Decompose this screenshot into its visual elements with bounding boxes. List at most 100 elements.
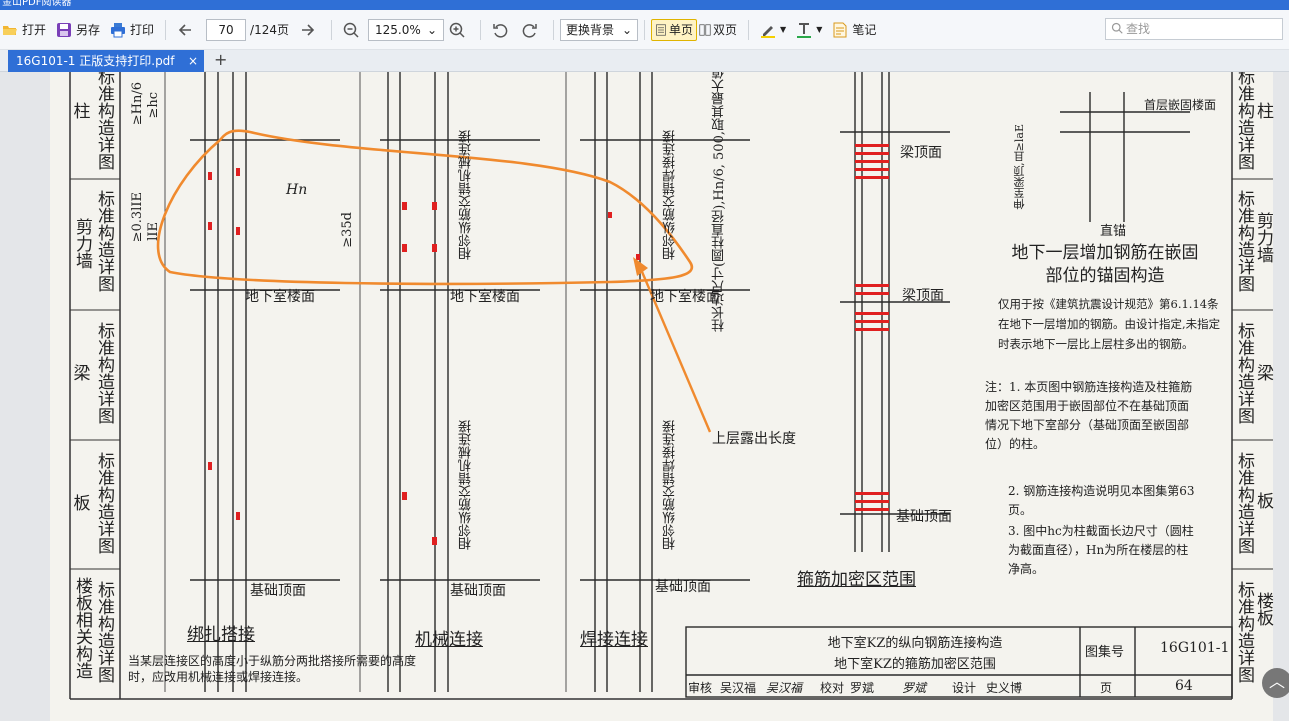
window-titlebar: 金山PDF阅读器: [0, 0, 1289, 10]
column-dimension-label: 柱长边尺寸(圆柱直径),Hn/6, 500,取其最大值: [712, 72, 727, 332]
note-1: 注：1. 本页图中钢筋连接构造及柱箍筋加密区范围用于嵌固部位不在基础顶面情况下地…: [985, 380, 1193, 451]
toolbar-divider: [644, 19, 645, 40]
anchor-title: 地下一层增加钢筋在嵌固部位的锚固构造: [1011, 243, 1199, 286]
atlas-number: 16G101-1: [1160, 640, 1230, 656]
single-page-label: 单页: [669, 23, 694, 37]
prev-page-button[interactable]: [172, 16, 202, 44]
toolbar-divider: [480, 19, 481, 40]
toolbar-divider: [748, 19, 750, 40]
zoom-out-button[interactable]: [338, 16, 368, 44]
checker-signature: 罗斌: [902, 681, 927, 695]
zoom-in-button[interactable]: [444, 16, 474, 44]
page-label: 页: [1100, 681, 1113, 695]
weld-stagger-label: 相邻纵筋交错焊接连接: [663, 130, 678, 260]
close-icon[interactable]: ×: [188, 50, 198, 72]
single-page-button[interactable]: 单页: [651, 18, 698, 41]
open-button[interactable]: 打开: [0, 16, 51, 44]
highlighter-icon: [761, 25, 776, 38]
dim-label: lIE: [146, 222, 161, 241]
welding-title: 焊接连接: [580, 630, 648, 650]
note-2: 2. 钢筋连接构造说明见本图集第63页。: [1008, 484, 1195, 517]
zoom-value: 125.0%: [375, 22, 421, 37]
rotate-right-button[interactable]: [517, 16, 547, 44]
foundation-top-label: 基础顶面: [450, 583, 506, 599]
double-page-icon: [699, 23, 711, 36]
pdf-page: 柱 标准构造详图 剪力墙 标准构造详图 梁 标准构造详图 板 标准构造详图 楼板…: [50, 72, 1273, 721]
open-label: 打开: [22, 23, 47, 37]
annotation-label: 上层露出长度: [712, 431, 796, 447]
note-icon: [833, 22, 847, 37]
double-page-button[interactable]: 双页: [697, 16, 742, 44]
designer-name: 史义博: [986, 681, 1023, 695]
chevron-up-icon: ︿: [1268, 672, 1285, 691]
save-as-label: 另存: [76, 23, 101, 37]
check-label: 校对: [820, 681, 845, 695]
document-tab[interactable]: 16G101-1 正版支持打印.pdf ×: [8, 50, 204, 72]
scroll-up-button[interactable]: ︿: [1262, 668, 1289, 698]
straight-anchor-label: 直锚: [1100, 224, 1127, 239]
notes-button[interactable]: 笔记: [827, 16, 881, 44]
dim-label: ≥0.3lIE: [130, 192, 145, 243]
chevron-down-icon: ⌄: [426, 22, 437, 37]
title-line-2: 地下室KZ的箍筋加密区范围: [834, 657, 996, 672]
printer-icon: [111, 22, 126, 37]
print-button[interactable]: 打印: [105, 16, 159, 44]
title-line-1: 地下室KZ的纵向钢筋连接构造: [827, 636, 1003, 651]
background-label: 更换背景: [566, 22, 615, 37]
dense-zone-title: 箍筋加密区范围: [797, 570, 916, 590]
text-tool-button[interactable]: ▼: [791, 16, 827, 44]
double-page-label: 双页: [713, 23, 738, 37]
basement-floor-label: 地下室楼面: [245, 289, 315, 305]
search-icon: [1111, 22, 1123, 34]
dim-label: ≥35d: [340, 212, 355, 248]
main-toolbar: 打开 另存 打印 70 /124页 125.0% ⌄ 更换背景 ⌄ 单页 双页 …: [0, 10, 1289, 50]
chevron-down-icon: ▼: [780, 25, 787, 34]
new-tab-button[interactable]: +: [214, 50, 227, 70]
mech-stagger-label: 相邻纵筋交错机械连接: [459, 420, 474, 550]
rotate-left-button[interactable]: [487, 16, 517, 44]
dim-label: ≥hc: [146, 92, 161, 119]
search-input[interactable]: 查找: [1105, 18, 1283, 40]
window-title: 金山PDF阅读器: [2, 0, 72, 8]
arrow-right-icon: [302, 23, 315, 36]
reviewer-name: 吴汉福: [720, 681, 757, 695]
lap-note: 当某层连接区的高度小于纵筋分两批搭接所需要的高度时，应改用机械连接或焊接连接。: [128, 654, 417, 684]
note-3: 3. 图中hc为柱截面长边尺寸（圆柱为截面直径），Hn为所在楼层的柱净高。: [1008, 524, 1194, 576]
background-select[interactable]: 更换背景 ⌄: [560, 18, 638, 41]
anchor-note: 仅用于按《建筑抗震设计规范》第6.1.14条在地下一层增加的钢筋。由设计指定,未…: [998, 297, 1221, 351]
first-embed-floor-label: 首层嵌固楼面: [1144, 98, 1217, 112]
toolbar-divider: [553, 19, 554, 40]
page-number-input[interactable]: 70: [206, 18, 247, 41]
print-label: 打印: [130, 23, 155, 37]
mechanical-title: 机械连接: [415, 630, 483, 650]
notes-label: 笔记: [852, 23, 877, 37]
reviewer-signature: 吴汉福: [766, 681, 803, 695]
weld-stagger-label: 相邻纵筋交错焊接连接: [663, 420, 678, 550]
dim-label: ≥Hn/6: [130, 82, 145, 126]
text-color-icon: [797, 22, 812, 38]
foundation-top-label: 基础顶面: [250, 583, 306, 599]
page-total: /124页: [250, 23, 289, 37]
zoom-out-icon: [343, 22, 359, 38]
dim-label: Hn: [286, 182, 308, 198]
arrow-left-icon: [178, 23, 192, 36]
folder-open-icon: [3, 25, 17, 35]
atlas-label: 图集号: [1085, 645, 1125, 660]
tab-label: 16G101-1 正版支持打印.pdf: [16, 54, 175, 68]
beam-top-label: 梁顶面: [900, 145, 942, 161]
document-viewer[interactable]: 柱 标准构造详图 剪力墙 标准构造详图 梁 标准构造详图 板 标准构造详图 楼板…: [0, 72, 1289, 721]
save-as-button[interactable]: 另存: [51, 16, 105, 44]
extend-label: 伸至梁顶,且≥laE: [1013, 124, 1026, 210]
next-page-button[interactable]: [295, 16, 325, 44]
save-icon: [57, 22, 72, 37]
rotate-left-icon: [493, 23, 508, 38]
highlight-tool-button[interactable]: ▼: [755, 16, 791, 44]
checker-name: 罗斌: [850, 681, 875, 695]
mech-stagger-label: 相邻纵筋交错机械连接: [459, 130, 474, 260]
toolbar-divider: [165, 19, 167, 40]
zoom-select[interactable]: 125.0% ⌄: [368, 18, 444, 41]
foundation-top-label: 基础顶面: [655, 579, 711, 595]
rotate-right-icon: [522, 23, 537, 38]
beam-top-label: 梁顶面: [902, 288, 944, 304]
search-placeholder: 查找: [1126, 22, 1151, 36]
